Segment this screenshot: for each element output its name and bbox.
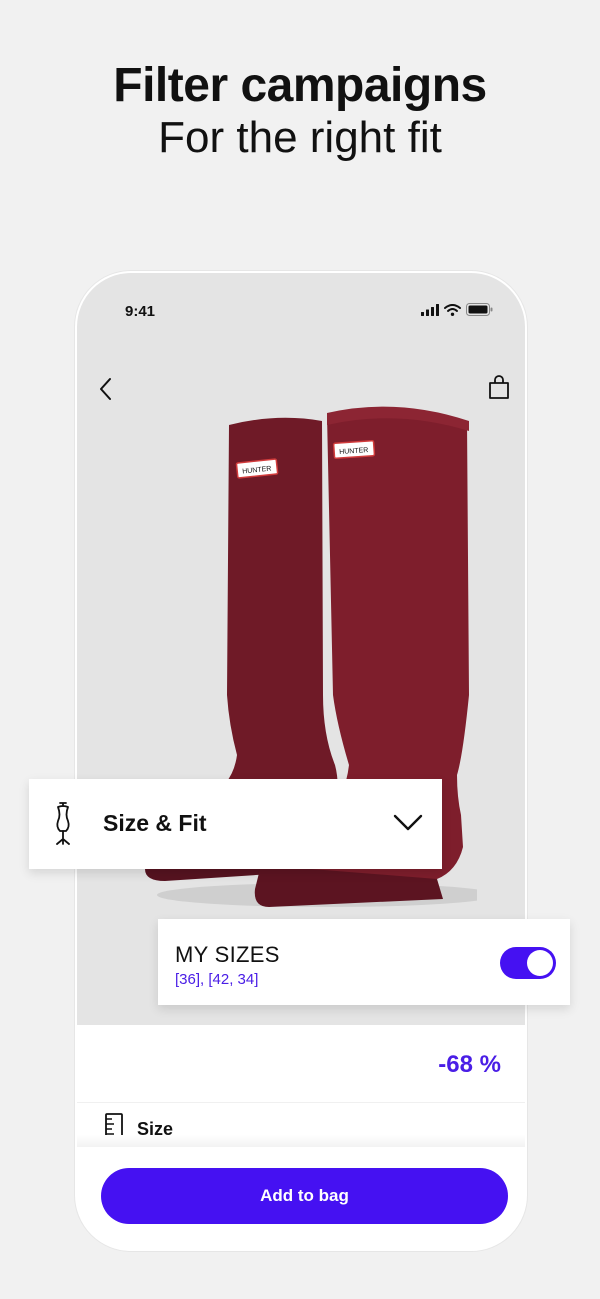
discount-badge: -68 %	[438, 1051, 501, 1078]
scroll-fade	[77, 1135, 525, 1147]
headline: Filter campaigns	[113, 59, 487, 112]
phone-mockup: 9:41 HUNTER HUNTER -68 % Size Add to bag	[75, 271, 527, 1251]
back-chevron-icon[interactable]	[95, 375, 119, 403]
status-icons	[421, 303, 493, 316]
my-sizes-title: MY SIZES	[175, 942, 280, 967]
subline: For the right fit	[158, 113, 442, 162]
size-fit-title: Size & Fit	[103, 810, 207, 836]
add-to-bag-button[interactable]: Add to bag	[101, 1168, 508, 1224]
battery-icon	[466, 303, 493, 316]
chevron-down-icon[interactable]	[392, 811, 424, 833]
price-row: -68 %	[77, 1025, 525, 1103]
signal-icon	[421, 303, 439, 316]
dress-form-icon	[56, 802, 70, 845]
wifi-icon	[444, 303, 461, 316]
my-sizes-toggle[interactable]	[500, 947, 556, 979]
toggle-knob	[527, 950, 553, 976]
size-fit-card[interactable]: Size & Fit	[29, 779, 442, 869]
my-sizes-card: MY SIZES [36], [42, 34]	[158, 919, 570, 1005]
my-sizes-values: [36], [42, 34]	[175, 971, 259, 988]
status-time: 9:41	[125, 303, 156, 320]
product-image-area: 9:41 HUNTER HUNTER	[77, 273, 525, 1025]
shopping-bag-icon[interactable]	[485, 373, 513, 401]
